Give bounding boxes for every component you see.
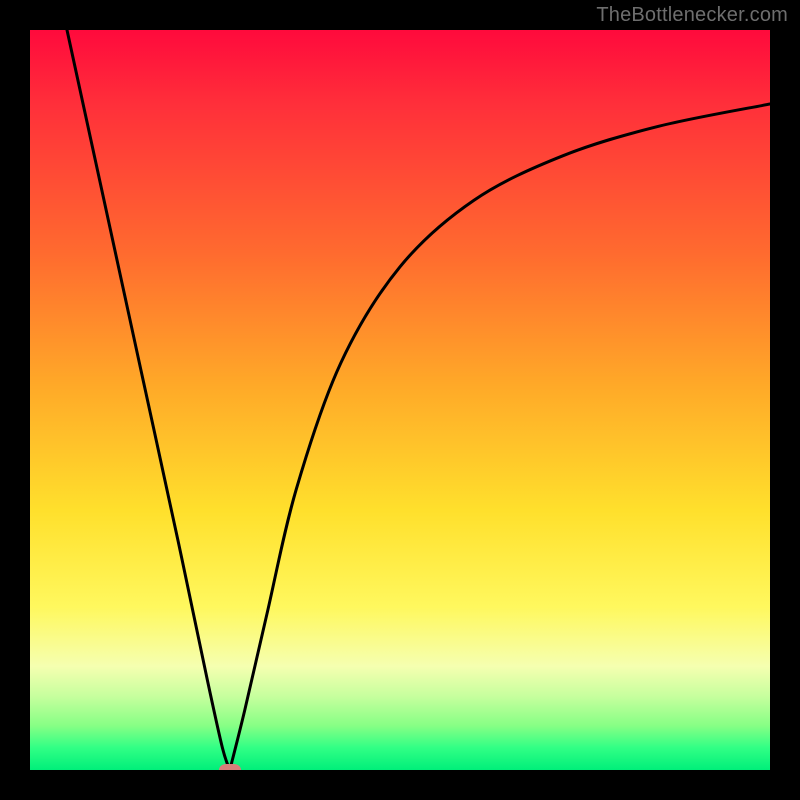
watermark-label: TheBottlenecker.com xyxy=(596,4,788,27)
curve-path xyxy=(67,30,770,770)
plot-area xyxy=(30,30,770,770)
bottleneck-curve xyxy=(30,30,770,770)
chart-frame: TheBottlenecker.com xyxy=(0,0,800,800)
minimum-marker xyxy=(219,764,241,770)
